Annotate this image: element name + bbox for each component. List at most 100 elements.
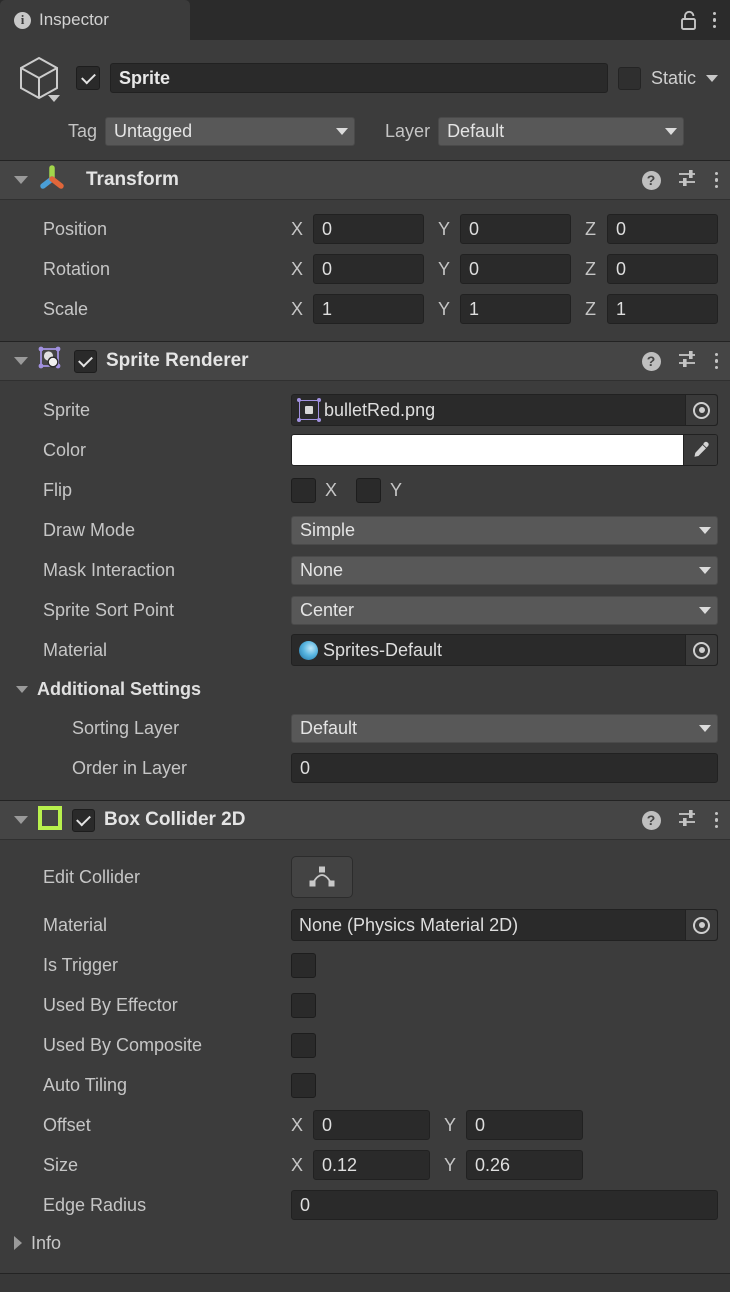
sprite-renderer-icon — [37, 346, 65, 377]
material-ball-icon — [299, 640, 318, 660]
position-y-input[interactable]: 0 — [460, 214, 571, 244]
rotation-z-input[interactable]: 0 — [607, 254, 718, 284]
inspector-tabbar: i Inspector — [0, 0, 730, 40]
layer-dropdown[interactable]: Default — [438, 117, 685, 146]
edit-collider-button[interactable] — [291, 856, 353, 898]
scale-x-input[interactable]: 1 — [313, 294, 424, 324]
object-picker-icon[interactable] — [685, 395, 717, 425]
flip-y-checkbox[interactable] — [356, 477, 382, 503]
row-scale: Scale X 1 Y 1 Z 1 — [0, 289, 718, 329]
chevron-down-icon — [699, 526, 711, 534]
static-checkbox[interactable] — [617, 66, 641, 90]
sorting-layer-dropdown[interactable]: Default — [291, 713, 718, 743]
component-box-collider-2d-header[interactable]: Box Collider 2D ? — [0, 801, 730, 840]
cube-icon-dropdown-caret[interactable] — [48, 95, 60, 102]
sprite-renderer-enabled-checkbox[interactable] — [74, 349, 97, 373]
foldout-arrow-icon[interactable] — [14, 357, 28, 365]
box-collider-2d-enabled-checkbox[interactable] — [72, 808, 95, 832]
row-label: Position — [43, 218, 108, 239]
axis-y-label: Y — [444, 1154, 457, 1175]
offset-x-input[interactable]: 0 — [313, 1110, 430, 1140]
preset-sliders-icon[interactable] — [677, 349, 699, 374]
foldout-arrow-icon[interactable] — [14, 816, 28, 824]
gameobject-name-input[interactable]: Sprite — [110, 63, 608, 93]
sprite-object-field[interactable]: bulletRed.png — [291, 394, 718, 426]
position-x-input[interactable]: 0 — [313, 214, 424, 244]
used-by-composite-checkbox[interactable] — [291, 1032, 316, 1058]
draw-mode-dropdown[interactable]: Simple — [291, 515, 718, 545]
row-label: Edge Radius — [43, 1194, 147, 1215]
vector2-input: X 0 Y 0 — [291, 1110, 718, 1140]
row-offset: Offset X 0 Y 0 — [0, 1105, 718, 1145]
mask-interaction-dropdown[interactable]: None — [291, 555, 718, 585]
help-icon[interactable]: ? — [641, 170, 661, 190]
flip-y-label: Y — [390, 479, 403, 500]
rotation-x-input[interactable]: 0 — [313, 254, 424, 284]
size-x-input[interactable]: 0.12 — [313, 1150, 430, 1180]
chevron-down-icon — [699, 606, 711, 614]
position-z-input[interactable]: 0 — [607, 214, 718, 244]
kebab-menu-icon[interactable] — [712, 11, 716, 29]
chevron-down-icon — [336, 128, 349, 135]
component-box-collider-2d: Box Collider 2D ? Edit Collider Material… — [0, 801, 730, 1273]
foldout-arrow-icon[interactable] — [14, 176, 28, 184]
preset-sliders-icon[interactable] — [677, 168, 699, 193]
axis-y-label: Y — [438, 258, 451, 279]
row-order-in-layer: Order in Layer 0 — [0, 748, 718, 788]
size-y-input[interactable]: 0.26 — [466, 1150, 583, 1180]
foldout-arrow-icon[interactable] — [14, 1236, 22, 1250]
row-used-by-composite: Used By Composite — [0, 1025, 718, 1065]
sprite-sort-point-dropdown[interactable]: Center — [291, 595, 718, 625]
flip-x-checkbox[interactable] — [291, 477, 316, 503]
row-sprite: Sprite bulletRed.png — [0, 390, 718, 430]
flip-x-label: X — [325, 479, 338, 500]
scale-y-input[interactable]: 1 — [460, 294, 571, 324]
edge-radius-input[interactable]: 0 — [291, 1190, 718, 1220]
tag-dropdown[interactable]: Untagged — [105, 117, 356, 146]
used-by-effector-checkbox[interactable] — [291, 992, 316, 1018]
gameobject-enabled-checkbox[interactable] — [76, 66, 100, 90]
eyedropper-icon[interactable] — [683, 435, 717, 465]
scale-z-input[interactable]: 1 — [607, 294, 718, 324]
auto-tiling-checkbox[interactable] — [291, 1072, 316, 1098]
tab-inspector[interactable]: i Inspector — [0, 0, 190, 40]
row-label: Sprite — [43, 399, 91, 420]
component-sprite-renderer-header[interactable]: Sprite Renderer ? — [0, 342, 730, 381]
static-dropdown-caret[interactable] — [706, 74, 718, 82]
additional-settings-foldout[interactable]: Additional Settings — [0, 670, 718, 708]
sorting-layer-value: Default — [300, 717, 358, 738]
color-swatch[interactable] — [292, 435, 683, 465]
cube-icon[interactable] — [12, 50, 66, 106]
row-label: Mask Interaction — [43, 559, 176, 580]
color-field[interactable] — [291, 434, 718, 466]
object-picker-icon[interactable] — [685, 635, 717, 665]
collider-material-object-field[interactable]: None (Physics Material 2D) — [291, 909, 718, 941]
foldout-arrow-icon[interactable] — [16, 685, 28, 693]
vector3-input: X 1 Y 1 Z 1 — [291, 294, 718, 324]
unlocked-padlock-icon[interactable] — [680, 10, 699, 31]
kebab-menu-icon[interactable] — [714, 352, 718, 370]
row-position: Position X 0 Y 0 Z 0 — [0, 209, 718, 249]
component-transform-actions: ? — [641, 168, 718, 193]
info-foldout[interactable]: Info — [0, 1225, 718, 1261]
component-box-collider-2d-actions: ? — [641, 808, 718, 833]
row-label: Sprite Sort Point — [43, 599, 175, 620]
preset-sliders-icon[interactable] — [677, 808, 699, 833]
order-in-layer-input[interactable]: 0 — [291, 753, 718, 783]
row-label: Material — [43, 639, 108, 660]
rotation-y-input[interactable]: 0 — [460, 254, 571, 284]
material-object-field[interactable]: Sprites-Default — [291, 634, 718, 666]
help-icon[interactable]: ? — [641, 810, 661, 830]
kebab-menu-icon[interactable] — [714, 171, 718, 189]
row-label: Used By Composite — [43, 1034, 203, 1055]
help-icon[interactable]: ? — [641, 351, 661, 371]
offset-y-input[interactable]: 0 — [466, 1110, 583, 1140]
is-trigger-checkbox[interactable] — [291, 952, 316, 978]
kebab-menu-icon[interactable] — [714, 811, 718, 829]
component-transform-header[interactable]: Transform ? — [0, 161, 730, 200]
row-label: Draw Mode — [43, 519, 136, 540]
component-sprite-renderer-body: Sprite bulletRed.png Color Flip X Y Draw… — [0, 381, 730, 800]
vector3-input: X 0 Y 0 Z 0 — [291, 214, 718, 244]
object-picker-icon[interactable] — [685, 910, 717, 940]
row-label: Flip — [43, 479, 73, 500]
